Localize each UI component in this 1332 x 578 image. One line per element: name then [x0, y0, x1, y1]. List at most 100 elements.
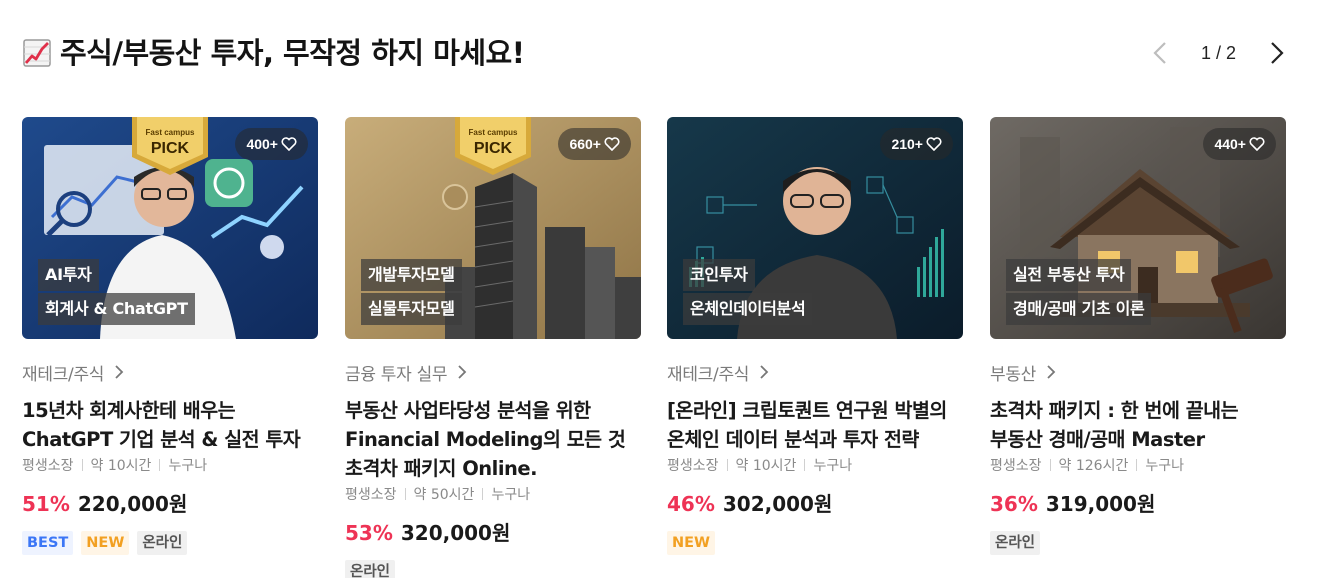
like-count[interactable]: 400+: [235, 128, 308, 160]
online-badge: 온라인: [990, 531, 1041, 555]
course-title[interactable]: 부동산 사업타당성 분석을 위한 Financial Modeling의 모든 …: [345, 396, 641, 483]
like-count-text: 210+: [891, 136, 923, 152]
meta-ownership: 평생소장: [345, 487, 397, 503]
course-card[interactable]: 440+ 실전 부동산 투자 경매/공매 기초 이론 부동산 초격차 패키지 :…: [990, 117, 1286, 555]
meta-divider: [726, 459, 728, 471]
category-link[interactable]: 부동산: [990, 360, 1286, 385]
chevron-right-icon: [1271, 42, 1284, 64]
fastcampus-pick-badge: Fast campus PICK: [455, 117, 531, 175]
prev-page-button[interactable]: [1145, 38, 1175, 68]
price: 220,000원: [77, 492, 188, 516]
meta-divider: [81, 459, 83, 471]
meta-divider: [159, 459, 161, 471]
chevron-right-icon: [1047, 365, 1056, 379]
best-badge: BEST: [22, 531, 74, 555]
thumbnail-tag: AI투자: [38, 259, 99, 291]
chevron-right-icon: [458, 365, 467, 379]
meta-level: 누구나: [168, 458, 208, 474]
course-title-line: 초격차 패키지 Online.: [345, 457, 538, 480]
thumbnail-tag: 코인투자: [683, 259, 755, 291]
chart-increasing-icon: [23, 39, 51, 67]
course-card-list: Fast campus PICK 400+ AI투자 회계사 & ChatGPT…: [22, 117, 1292, 578]
thumbnail-tag: 개발투자모델: [361, 259, 462, 291]
price: 319,000원: [1045, 492, 1156, 516]
meta-divider: [1136, 459, 1138, 471]
badge-list: 온라인: [990, 531, 1286, 555]
course-thumbnail[interactable]: 440+ 실전 부동산 투자 경매/공매 기초 이론: [990, 117, 1286, 339]
meta-level: 누구나: [491, 487, 531, 503]
thumbnail-tag: 경매/공매 기초 이론: [1006, 293, 1152, 325]
badge-list: NEW: [667, 531, 963, 555]
price-row: 46% 302,000원: [667, 488, 963, 517]
like-count-text: 440+: [1214, 136, 1246, 152]
thumbnail-tag: 실전 부동산 투자: [1006, 259, 1132, 291]
new-badge: NEW: [81, 531, 130, 555]
category-label: 부동산: [990, 364, 1037, 385]
meta-divider: [482, 488, 484, 500]
section-title-wrap: 주식/부동산 투자, 무작정 하지 마세요!: [22, 30, 525, 76]
course-meta: 평생소장 약 126시간 누구나: [990, 455, 1286, 475]
meta-duration: 약 10시간: [735, 458, 797, 474]
category-link[interactable]: 재테크/주식: [22, 360, 318, 385]
price: 302,000원: [722, 492, 833, 516]
course-thumbnail[interactable]: Fast campus PICK 660+ 개발투자모델 실물투자모델: [345, 117, 641, 339]
like-count-text: 400+: [246, 136, 278, 152]
fastcampus-pick-badge: Fast campus PICK: [132, 117, 208, 175]
discount-rate: 36%: [990, 492, 1038, 516]
next-page-button[interactable]: [1262, 38, 1292, 68]
course-title-line: 초격차 패키지 : 한 번에 끝내는: [990, 399, 1239, 422]
course-title[interactable]: 초격차 패키지 : 한 번에 끝내는 부동산 경매/공매 Master: [990, 396, 1286, 454]
thumbnail-tag: 회계사 & ChatGPT: [38, 293, 195, 325]
course-title-line: Financial Modeling의 모든 것: [345, 428, 626, 451]
meta-ownership: 평생소장: [22, 458, 74, 474]
category-label: 재테크/주식: [22, 364, 105, 385]
chevron-right-icon: [760, 365, 769, 379]
pick-badge-line1: Fast campus: [146, 128, 195, 137]
meta-divider: [1049, 459, 1051, 471]
badge-list: BEST NEW 온라인: [22, 531, 318, 555]
course-title-line: [온라인] 크립토퀀트 연구원 박별의: [667, 399, 947, 422]
online-badge: 온라인: [345, 560, 396, 578]
course-thumbnail[interactable]: Fast campus PICK 400+ AI투자 회계사 & ChatGPT: [22, 117, 318, 339]
online-badge: 온라인: [137, 531, 188, 555]
meta-level: 누구나: [1145, 458, 1184, 474]
price: 320,000원: [400, 521, 511, 545]
category-label: 금융 투자 실무: [345, 364, 448, 385]
like-count[interactable]: 440+: [1203, 128, 1276, 160]
heart-icon: [281, 137, 297, 151]
meta-duration: 약 126시간: [1058, 458, 1129, 474]
chevron-right-icon: [115, 365, 124, 379]
meta-level: 누구나: [813, 458, 853, 474]
like-count[interactable]: 210+: [880, 128, 953, 160]
like-count-text: 660+: [569, 136, 601, 152]
pager: 1 / 2: [1145, 38, 1292, 68]
page-indicator: 1 / 2: [1200, 42, 1236, 63]
pick-badge-line2: PICK: [151, 140, 190, 157]
course-card[interactable]: Fast campus PICK 400+ AI투자 회계사 & ChatGPT…: [22, 117, 318, 555]
course-title[interactable]: [온라인] 크립토퀀트 연구원 박별의 온체인 데이터 분석과 투자 전략: [667, 396, 963, 454]
course-card[interactable]: Fast campus PICK 660+ 개발투자모델 실물투자모델 금융 투…: [345, 117, 641, 578]
meta-duration: 약 50시간: [413, 487, 475, 503]
course-title-line: 15년차 회계사한테 배우는: [22, 399, 236, 422]
discount-rate: 46%: [667, 492, 715, 516]
heart-icon: [926, 137, 942, 151]
course-meta: 평생소장 약 10시간 누구나: [667, 455, 963, 475]
price-row: 36% 319,000원: [990, 488, 1286, 517]
meta-ownership: 평생소장: [990, 458, 1042, 474]
heart-icon: [604, 137, 620, 151]
price-row: 51% 220,000원: [22, 488, 318, 517]
course-card[interactable]: 210+ 코인투자 온체인데이터분석 재테크/주식 [온라인] 크립토퀀트 연구…: [667, 117, 963, 555]
course-thumbnail[interactable]: 210+ 코인투자 온체인데이터분석: [667, 117, 963, 339]
category-link[interactable]: 금융 투자 실무: [345, 360, 641, 385]
badge-list: 온라인: [345, 560, 641, 578]
category-link[interactable]: 재테크/주식: [667, 360, 963, 385]
chevron-left-icon: [1153, 42, 1166, 64]
thumbnail-tag: 실물투자모델: [361, 293, 462, 325]
course-meta: 평생소장 약 10시간 누구나: [22, 455, 318, 475]
meta-divider: [804, 459, 806, 471]
like-count[interactable]: 660+: [558, 128, 631, 160]
course-title-line: 부동산 사업타당성 분석을 위한: [345, 399, 591, 422]
course-title[interactable]: 15년차 회계사한테 배우는 ChatGPT 기업 분석 & 실전 투자: [22, 396, 318, 454]
course-meta: 평생소장 약 50시간 누구나: [345, 484, 641, 504]
meta-duration: 약 10시간: [90, 458, 152, 474]
